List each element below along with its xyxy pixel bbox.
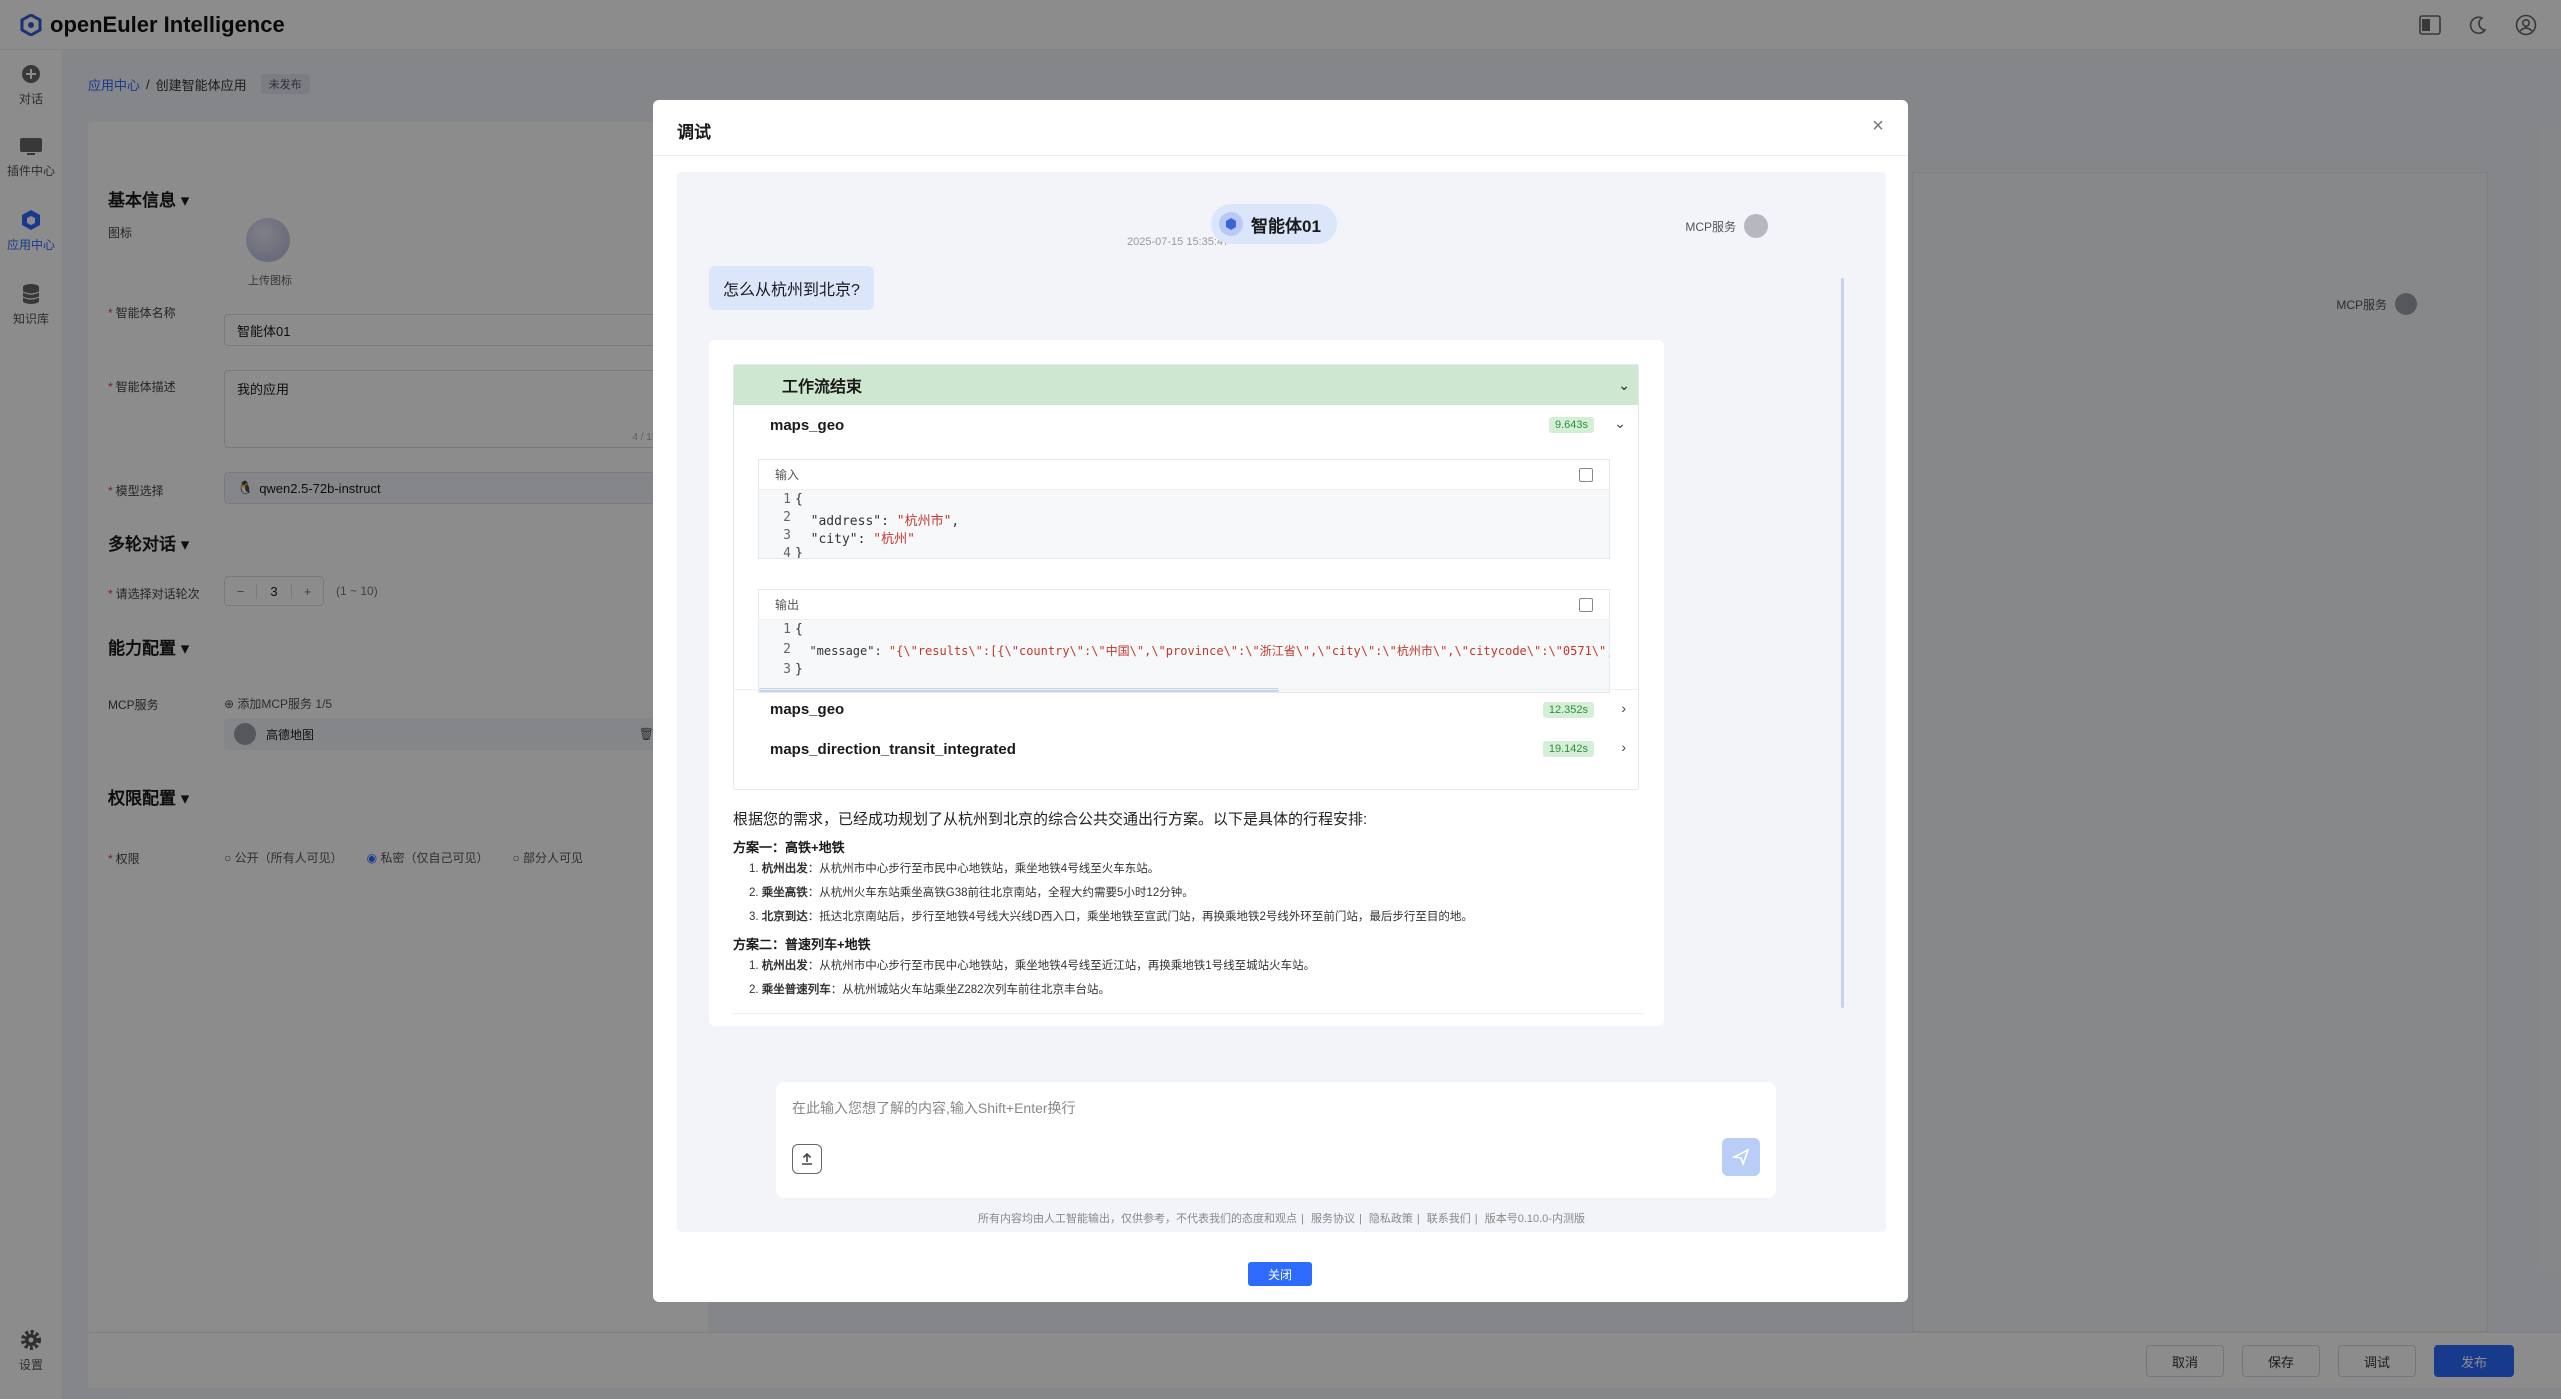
footer-version: 版本号0.10.0-内测版 bbox=[1484, 1213, 1585, 1225]
chevron-down-icon[interactable]: ⌄ bbox=[1618, 377, 1630, 394]
step-name: maps_geo bbox=[770, 701, 845, 718]
plan-list: 1. 杭州出发：从杭州市中心步行至市民中心地铁站，乘坐地铁4号线至火车东站。 2… bbox=[733, 862, 1633, 924]
step-time-badge: 9.643s bbox=[1548, 417, 1594, 433]
agent-name: 智能体01 bbox=[1251, 216, 1321, 236]
mcp-service-tag: MCP服务 bbox=[1685, 214, 1768, 238]
list-item: 1. 杭州出发：从杭州市中心步行至市民中心地铁站，乘坐地铁4号线至火车东站。 bbox=[749, 863, 1160, 875]
agent-name-pill: 智能体01 bbox=[1211, 204, 1337, 244]
chevron-down-icon[interactable]: ⌄ bbox=[1614, 415, 1626, 432]
workflow-panel: 工作流结束 ⌄ maps_geo 9.643s ⌄ 输入 1{ 2 "addre… bbox=[733, 364, 1639, 790]
footer-link-contact[interactable]: 联系我们 bbox=[1427, 1213, 1471, 1225]
dialog-divider bbox=[653, 155, 1908, 156]
output-label: 输出 bbox=[775, 598, 800, 612]
input-label: 输入 bbox=[775, 468, 800, 482]
footer-note: 所有内容均由人工智能输出，仅供参考，不代表我们的态度和观点 | 服务协议 | 隐私政… bbox=[978, 1213, 1585, 1225]
close-icon[interactable]: × bbox=[1866, 114, 1890, 138]
plan-title: 方案一：高铁+地铁 bbox=[733, 840, 845, 855]
workflow-step[interactable]: maps_direction_transit_integrated 19.142… bbox=[734, 729, 1638, 769]
workflow-title: 工作流结束 bbox=[782, 379, 863, 396]
copy-icon[interactable] bbox=[1579, 468, 1593, 482]
output-code: 1{ 2 "message": "{\"results\":[{\"countr… bbox=[759, 620, 1609, 692]
input-code-box: 输入 1{ 2 "address": "杭州市", 3 "city": "杭州"… bbox=[758, 459, 1610, 559]
dialog-title: 调试 bbox=[677, 123, 711, 142]
close-button[interactable]: 关闭 bbox=[1248, 1262, 1312, 1286]
chat-input-placeholder[interactable]: 在此输入您想了解的内容,输入Shift+Enter换行 bbox=[792, 1098, 1076, 1118]
step-time-badge: 19.142s bbox=[1542, 741, 1594, 757]
answer-divider bbox=[733, 1013, 1643, 1014]
footer-link-privacy[interactable]: 隐私政策 bbox=[1369, 1213, 1413, 1225]
footer-disclaimer: 所有内容均由人工智能输出，仅供参考，不代表我们的态度和观点 bbox=[978, 1213, 1298, 1225]
list-item: 2. 乘坐普速列车：从杭州城站火车站乘坐Z282次列车前往北京丰台站。 bbox=[749, 984, 1111, 996]
user-message: 怎么从杭州到北京? bbox=[709, 266, 874, 310]
workflow-step[interactable]: maps_geo 9.643s ⌄ bbox=[734, 405, 1638, 445]
list-item: 3. 北京到达：抵达北京南站后，步行至地铁4号线大兴线D西入口，乘坐地铁至宣武门… bbox=[749, 911, 1473, 923]
send-icon[interactable] bbox=[1722, 1138, 1760, 1176]
assistant-answer: 工作流结束 ⌄ maps_geo 9.643s ⌄ 输入 1{ 2 "addre… bbox=[709, 340, 1664, 1026]
chat-area: 2025-07-15 15:35:47 智能体01 MCP服务 怎么从杭州到北京… bbox=[677, 172, 1886, 1232]
step-name: maps_geo bbox=[770, 416, 845, 434]
message-timestamp: 2025-07-15 15:35:47 bbox=[1127, 236, 1230, 248]
answer-summary: 根据您的需求，已经成功规划了从杭州到北京的综合公共交通出行方案。以下是具体的行程… bbox=[733, 808, 1633, 1007]
debug-dialog: 调试 × 2025-07-15 15:35:47 智能体01 MCP服务 怎么从… bbox=[653, 100, 1908, 1302]
plan-list: 1. 杭州出发：从杭州市中心步行至市民中心地铁站，乘坐地铁4号线至近江站，再换乘… bbox=[733, 959, 1633, 997]
mcp-avatar bbox=[1744, 214, 1768, 238]
copy-icon[interactable] bbox=[1579, 598, 1593, 612]
step-name: maps_direction_transit_integrated bbox=[770, 740, 1016, 758]
plan-title: 方案二：普速列车+地铁 bbox=[733, 937, 871, 952]
workflow-step[interactable]: maps_geo 12.352s › bbox=[734, 689, 1638, 729]
list-item: 2. 乘坐高铁：从杭州火车东站乘坐高铁G38前往北京南站，全程大约需要5小时12… bbox=[749, 887, 1194, 899]
chevron-right-icon[interactable]: › bbox=[1621, 739, 1626, 755]
output-code-box: 输出 1{ 2 "message": "{\"results\":[{\"cou… bbox=[758, 589, 1610, 693]
input-code: 1{ 2 "address": "杭州市", 3 "city": "杭州" 4} bbox=[759, 490, 1609, 558]
list-item: 1. 杭州出发：从杭州市中心步行至市民中心地铁站，乘坐地铁4号线至近江站，再换乘… bbox=[749, 960, 1316, 972]
chat-scrollbar[interactable] bbox=[1841, 278, 1844, 1008]
chevron-right-icon[interactable]: › bbox=[1621, 700, 1626, 716]
chat-input-box[interactable]: 在此输入您想了解的内容,输入Shift+Enter换行 bbox=[776, 1082, 1776, 1198]
footer-link-terms[interactable]: 服务协议 bbox=[1311, 1213, 1355, 1225]
agent-avatar-icon bbox=[1219, 212, 1243, 236]
answer-intro: 根据您的需求，已经成功规划了从杭州到北京的综合公共交通出行方案。以下是具体的行程… bbox=[733, 811, 1368, 828]
upload-icon[interactable] bbox=[792, 1144, 822, 1174]
workflow-header[interactable]: 工作流结束 ⌄ bbox=[734, 365, 1638, 405]
step-time-badge: 12.352s bbox=[1542, 702, 1594, 718]
